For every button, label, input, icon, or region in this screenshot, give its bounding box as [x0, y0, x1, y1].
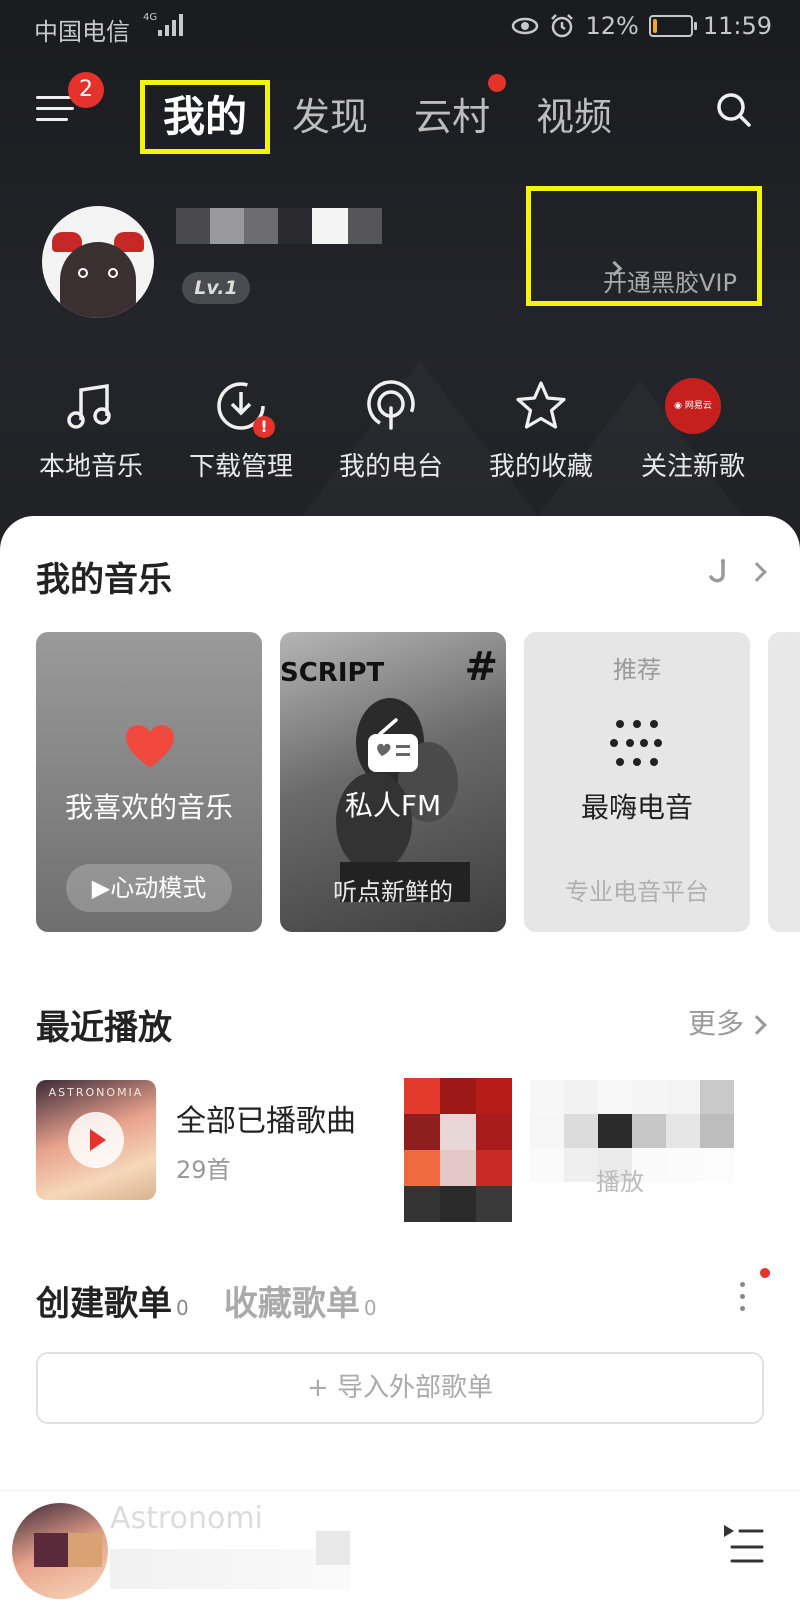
card-title: 私人FM [344, 789, 442, 822]
card-tag: 推荐 [613, 656, 661, 684]
tab-collected-playlists[interactable]: 收藏歌单 [224, 1284, 360, 1324]
avatar-decoration [108, 268, 118, 278]
playlist-tabs: 创建歌单 0 收藏歌单 0 [36, 1276, 377, 1325]
recent-cover[interactable]: ASTRONOMIA [36, 1080, 156, 1200]
card-title: 最嗨电音 [580, 791, 693, 824]
username-pixelated[interactable] [176, 208, 386, 246]
avatar-decoration [78, 268, 88, 278]
menu-notification-badge: 2 [68, 72, 104, 108]
card-subtitle: 听点新鲜的 [333, 878, 453, 906]
collected-count: 0 [363, 1296, 377, 1320]
card-title: 我喜欢的音乐 [64, 791, 233, 824]
recent-item-title[interactable]: 全部已播歌曲 [176, 1096, 356, 1140]
star-icon [516, 381, 566, 429]
recent-item2-subtitle: 播放 [596, 1168, 644, 1196]
music-wave-icon [709, 559, 726, 583]
heartbeat-mode-button[interactable]: ▶心动模式 [66, 864, 232, 912]
cover-pixel [68, 1533, 102, 1567]
personal-fm-card[interactable]: SCRIPT # 私人FM 听点新鲜的 [280, 632, 506, 932]
recent-item2-cover-pixelated[interactable] [404, 1078, 512, 1222]
tab-mine[interactable]: 我的 [140, 80, 271, 154]
player-subtitle-pixelated [110, 1549, 350, 1589]
podcast-icon [367, 380, 415, 430]
main-content: 我的音乐 我喜欢的音乐 ▶心动模式 SCRIPT # 私人FM 听点新鲜的 推荐 [0, 516, 800, 1600]
carrier-label: 中国电信 [34, 18, 130, 46]
quick-label: 下载管理 [188, 452, 293, 482]
avatar-decoration [60, 242, 136, 318]
tab-created-playlists[interactable]: 创建歌单 [36, 1284, 172, 1324]
quick-my-radio[interactable]: 我的电台 [316, 378, 466, 483]
created-count: 0 [176, 1296, 189, 1320]
battery-percent: 12% [585, 12, 639, 40]
tab-community[interactable]: 云村 [414, 80, 490, 154]
liked-music-card[interactable]: 我喜欢的音乐 ▶心动模式 [36, 632, 262, 932]
signal-icon [158, 14, 184, 36]
quick-local-music[interactable]: 本地音乐 [16, 378, 166, 483]
netease-logo-icon: ◉ 网易云 [665, 378, 721, 434]
recent-more-link[interactable]: 更多 [687, 1002, 767, 1042]
quick-my-collection[interactable]: 我的收藏 [466, 378, 616, 483]
next-card-peek[interactable] [768, 632, 800, 932]
card-subtitle: 专业电音平台 [565, 878, 709, 906]
recent-title: 最近播放 [36, 1008, 172, 1048]
more-options-icon[interactable] [740, 1282, 746, 1311]
quick-download-manager[interactable]: ! 下载管理 [166, 378, 316, 483]
tab-discover[interactable]: 发现 [292, 80, 368, 154]
mini-player[interactable]: Astronomi [0, 1490, 800, 1600]
music-note-icon [67, 383, 111, 429]
my-music-title: 我的音乐 [36, 560, 172, 600]
recent-item-count: 29首 [176, 1156, 231, 1184]
alarm-icon [551, 14, 574, 38]
vip-upgrade-link[interactable]: 开通黑胶VIP [526, 186, 762, 306]
eye-icon [512, 17, 539, 35]
quick-label: 我的收藏 [488, 452, 593, 482]
battery-icon [648, 15, 697, 37]
player-subtitle-pixelated [316, 1531, 350, 1565]
dots-grid-icon [610, 720, 662, 766]
radio-icon [368, 718, 418, 772]
playlist-queue-icon[interactable] [720, 1517, 764, 1573]
options-notification-dot [760, 1268, 770, 1278]
heart-icon [126, 725, 174, 768]
my-music-more[interactable] [705, 554, 767, 587]
player-cover[interactable] [12, 1503, 108, 1599]
quick-label: 我的电台 [338, 452, 443, 482]
quick-follow-new-songs[interactable]: ◉ 网易云 关注新歌 [618, 378, 768, 483]
chevron-right-icon [747, 1015, 767, 1035]
electronic-music-card[interactable]: 推荐 最嗨电音 专业电音平台 [524, 632, 750, 932]
community-notification-dot [488, 74, 506, 92]
download-alert-badge: ! [253, 416, 275, 438]
battery-fill [652, 19, 658, 33]
player-song-title: Astronomi [110, 1501, 263, 1536]
import-playlist-button[interactable]: + 导入外部歌单 [36, 1352, 764, 1424]
vip-label: 开通黑胶VIP [603, 269, 737, 297]
network-type: 4G [143, 12, 158, 23]
play-icon[interactable] [68, 1112, 124, 1168]
cover-text: ASTRONOMIA [48, 1086, 144, 1099]
tab-video[interactable]: 视频 [536, 80, 612, 154]
search-icon[interactable] [716, 92, 752, 128]
status-bar: 中国电信 4G 12% 11:59 [0, 0, 800, 54]
quick-label: 关注新歌 [640, 452, 745, 482]
avatar[interactable] [42, 206, 154, 318]
clock: 11:59 [702, 12, 772, 40]
menu-icon[interactable] [36, 94, 74, 124]
more-label: 更多 [687, 1007, 744, 1040]
chevron-right-icon [747, 562, 767, 582]
cover-pixel [34, 1533, 68, 1567]
level-badge[interactable]: Lv.1 [182, 272, 250, 304]
quick-label: 本地音乐 [38, 452, 143, 482]
